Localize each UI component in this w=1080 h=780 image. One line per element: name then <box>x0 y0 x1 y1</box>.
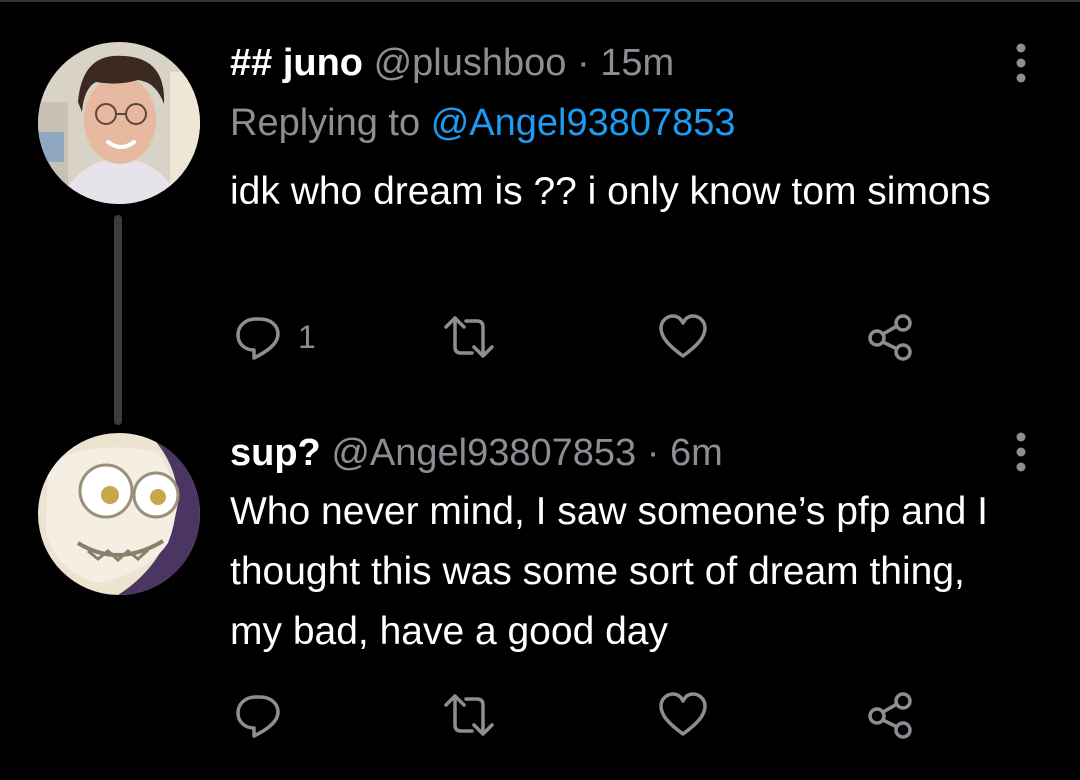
share-icon <box>866 691 916 739</box>
tweet-header: sup? @Angel93807853 · 6m <box>230 430 723 476</box>
timestamp[interactable]: 15m <box>600 42 674 84</box>
top-divider <box>0 0 1080 2</box>
retweet-button[interactable] <box>442 690 496 740</box>
reply-icon <box>234 313 282 361</box>
user-handle[interactable]: @Angel93807853 <box>331 432 636 474</box>
replying-label: Replying to <box>230 102 421 144</box>
more-vertical-icon <box>1006 430 1036 474</box>
more-vertical-icon <box>1006 41 1036 85</box>
display-name[interactable]: ## juno <box>230 42 363 84</box>
heart-icon <box>658 313 708 361</box>
tweet-text: idk who dream is ?? i only know tom simo… <box>230 170 991 213</box>
retweet-icon <box>442 691 496 739</box>
reply-button[interactable]: 1 <box>234 312 316 362</box>
replying-to: Replying to @Angel93807853 <box>230 100 736 146</box>
reply-icon <box>234 691 282 739</box>
share-button[interactable] <box>866 312 916 362</box>
reply-button[interactable] <box>234 690 282 740</box>
reply-count: 1 <box>298 318 316 355</box>
share-button[interactable] <box>866 690 916 740</box>
retweet-button[interactable] <box>442 312 496 362</box>
thread-line <box>114 215 122 425</box>
display-name[interactable]: sup? <box>230 432 321 474</box>
more-options-button[interactable] <box>1006 430 1036 474</box>
action-bar <box>230 690 930 740</box>
separator-dot: · <box>646 432 660 474</box>
like-button[interactable] <box>658 690 708 740</box>
like-button[interactable] <box>658 312 708 362</box>
replying-handle-link[interactable]: @Angel93807853 <box>431 102 736 144</box>
timestamp[interactable]: 6m <box>670 432 723 474</box>
retweet-icon <box>442 313 496 361</box>
heart-icon <box>658 691 708 739</box>
user-handle[interactable]: @plushboo <box>374 42 567 84</box>
action-bar: 1 <box>230 312 930 362</box>
separator-dot: · <box>576 42 590 84</box>
avatar[interactable] <box>38 42 200 204</box>
tweet-text: Who never mind, I saw someone’s pfp and … <box>230 490 989 653</box>
share-icon <box>866 313 916 361</box>
avatar[interactable] <box>38 433 200 595</box>
tweet-header: ## juno @plushboo · 15m <box>230 40 674 86</box>
more-options-button[interactable] <box>1006 41 1036 85</box>
